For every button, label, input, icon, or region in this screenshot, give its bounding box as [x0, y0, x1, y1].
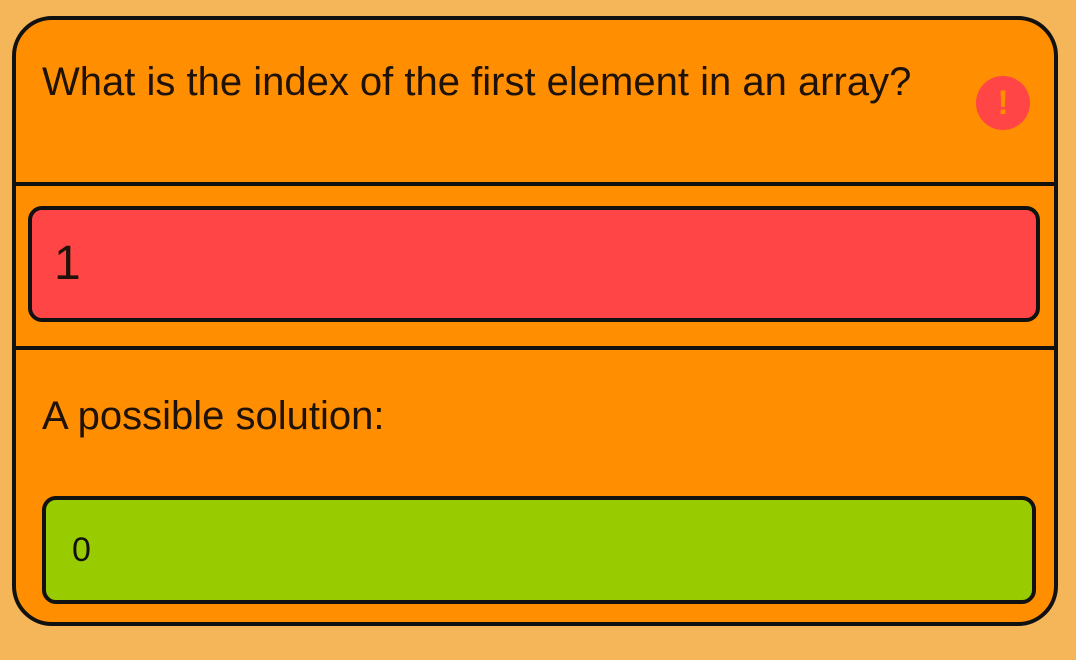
question-text: What is the index of the first element i… [42, 60, 912, 104]
solution-field: 0 [42, 496, 1036, 604]
answer-field[interactable]: 1 [28, 206, 1040, 322]
quiz-card: What is the index of the first element i… [12, 16, 1058, 626]
solution-label: A possible solution: [42, 394, 385, 438]
exclamation-icon: ! [976, 76, 1030, 130]
question-section: What is the index of the first element i… [16, 20, 1054, 186]
answer-section: 1 [16, 186, 1054, 350]
